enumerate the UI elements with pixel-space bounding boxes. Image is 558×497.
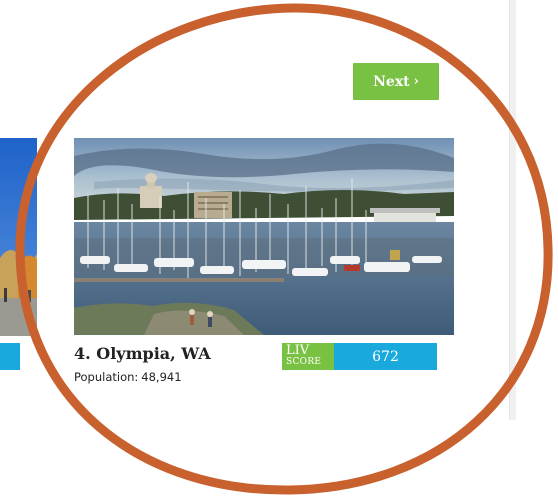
next-button[interactable]: Next › xyxy=(353,63,439,100)
city-rank: 4. xyxy=(74,344,91,363)
next-button-label: Next xyxy=(373,73,410,90)
city-photo[interactable] xyxy=(74,138,454,335)
chevron-right-icon: › xyxy=(413,74,419,89)
right-margin xyxy=(516,0,558,497)
previous-city-score-bar xyxy=(0,343,20,370)
city-name: Olympia, WA xyxy=(96,344,211,363)
population-value: 48,941 xyxy=(141,370,182,384)
previous-city-photo-graphic xyxy=(0,138,37,336)
marina-photo-graphic xyxy=(74,138,454,335)
city-title[interactable]: 4. Olympia, WA xyxy=(74,344,211,363)
population-line: Population: 48,941 xyxy=(74,370,182,384)
score-label: SCORE xyxy=(286,357,322,367)
liv-label: LIV xyxy=(286,343,310,358)
liv-score-value: 672 xyxy=(334,343,437,370)
previous-city-photo[interactable] xyxy=(0,138,37,336)
liv-score-badge: LIV SCORE xyxy=(282,343,334,370)
population-label: Population: xyxy=(74,370,139,384)
